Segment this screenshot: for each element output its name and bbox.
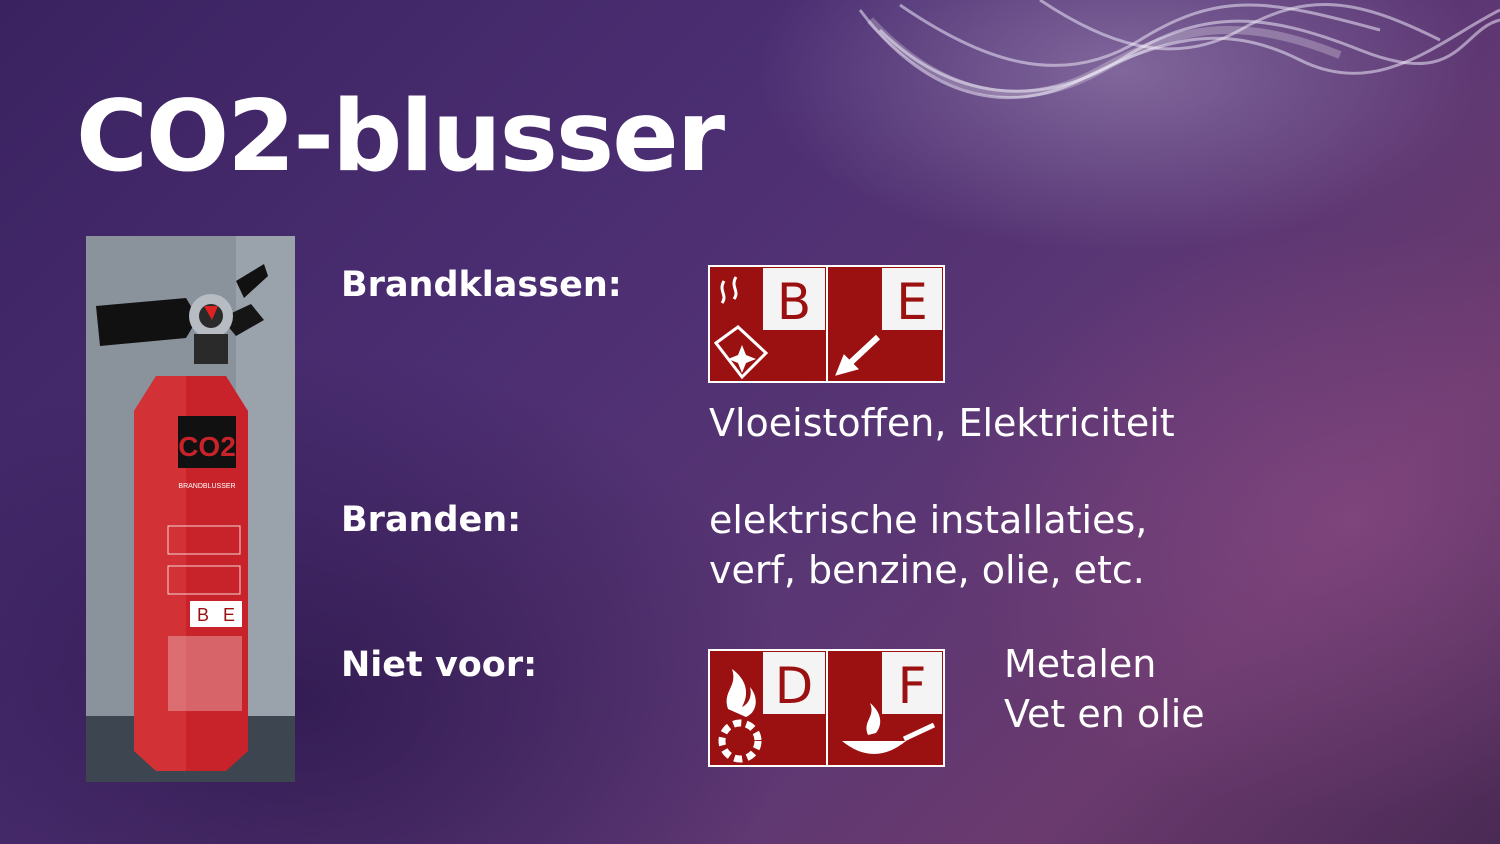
class-e-letter: E <box>896 273 928 331</box>
branden-label: Branden: <box>341 500 522 540</box>
class-df-sign: D F <box>708 649 945 767</box>
brandklassen-label: Brandklassen: <box>341 265 622 305</box>
branden-line-2: verf, benzine, olie, etc. <box>709 548 1145 592</box>
extinguisher-co2-label: CO2 <box>178 431 236 462</box>
extinguisher-brand-text: BRANDBLUSSER <box>178 483 235 490</box>
extinguisher-class-e: E <box>223 605 235 625</box>
extinguisher-class-b: B <box>197 605 209 625</box>
niet-voor-line-1: Metalen <box>1004 642 1157 686</box>
class-be-sign: B E <box>708 265 945 383</box>
niet-voor-line-2: Vet en olie <box>1004 692 1205 736</box>
niet-voor-label: Niet voor: <box>341 645 538 685</box>
page-title: CO2-blusser <box>76 80 725 194</box>
class-d-letter: D <box>775 657 814 715</box>
brandklassen-description: Vloeistoffen, Elektriciteit <box>709 401 1175 445</box>
class-f-letter: F <box>898 657 927 715</box>
smoke-decoration <box>858 0 1500 100</box>
extinguisher-image: CO2 BRANDBLUSSER B E <box>86 236 295 782</box>
branden-line-1: elektrische installaties, <box>709 498 1148 542</box>
class-b-letter: B <box>777 273 811 331</box>
